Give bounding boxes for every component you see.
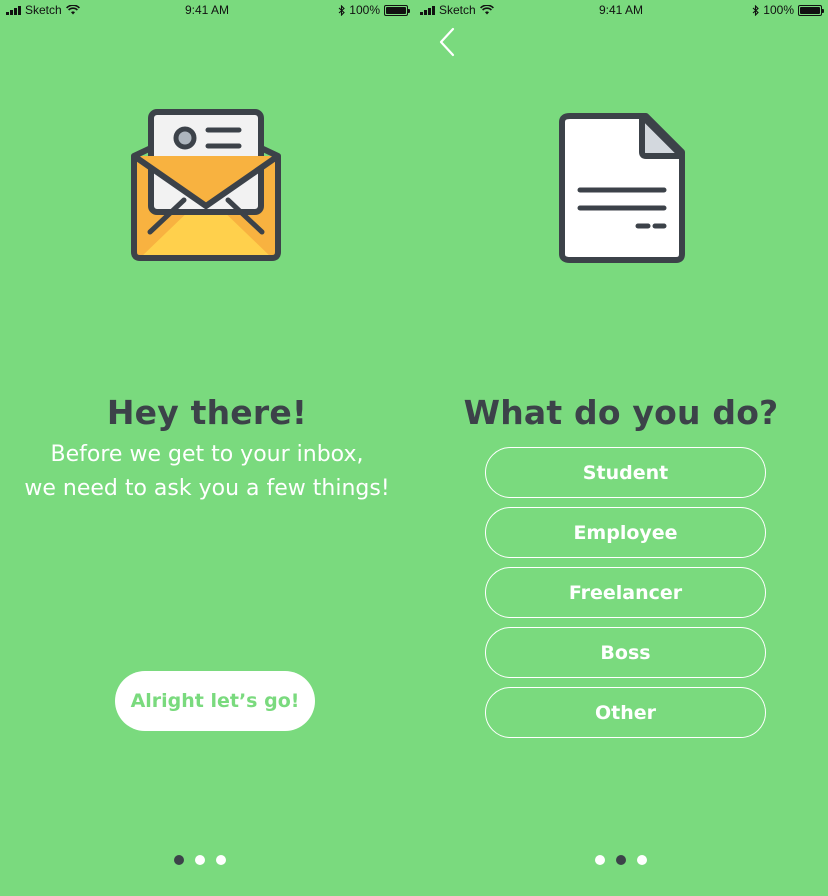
- start-button[interactable]: Alright let’s go!: [115, 671, 315, 731]
- battery-percent: 100%: [349, 3, 380, 17]
- battery-percent: 100%: [763, 3, 794, 17]
- page-dot-3[interactable]: [216, 855, 226, 865]
- chevron-left-icon[interactable]: [434, 26, 460, 58]
- document-icon: [559, 113, 685, 263]
- page-dot-1[interactable]: [174, 855, 184, 865]
- option-freelancer-button[interactable]: Freelancer: [485, 567, 766, 618]
- page-dot-1[interactable]: [595, 855, 605, 865]
- battery-icon: [384, 4, 410, 16]
- occupation-options: Student Employee Freelancer Boss Other: [485, 447, 766, 747]
- option-student-button[interactable]: Student: [485, 447, 766, 498]
- status-right-group: 100%: [338, 3, 410, 17]
- onboarding-screen-occupation: Sketch 9:41 AM 100% What do you do? Stud…: [414, 0, 828, 896]
- page-dot-2[interactable]: [195, 855, 205, 865]
- page-title: Hey there!: [106, 393, 308, 432]
- option-other-button[interactable]: Other: [485, 687, 766, 738]
- page-indicator: [0, 855, 407, 865]
- envelope-letter-icon: [131, 109, 281, 261]
- status-right-group: 100%: [752, 3, 824, 17]
- page-subtitle: Before we get to your inbox, we need to …: [0, 438, 414, 506]
- status-bar: Sketch 9:41 AM 100%: [0, 0, 414, 22]
- subtitle-line-2: we need to ask you a few things!: [24, 476, 390, 501]
- option-employee-button[interactable]: Employee: [485, 507, 766, 558]
- subtitle-line-1: Before we get to your inbox,: [50, 442, 364, 467]
- bluetooth-icon: [338, 4, 346, 16]
- page-title: What do you do?: [463, 393, 779, 432]
- page-dot-3[interactable]: [637, 855, 647, 865]
- page-dot-2[interactable]: [616, 855, 626, 865]
- battery-icon: [798, 4, 824, 16]
- page-indicator: [414, 855, 828, 865]
- status-bar: Sketch 9:41 AM 100%: [414, 0, 828, 22]
- bluetooth-icon: [752, 4, 760, 16]
- option-boss-button[interactable]: Boss: [485, 627, 766, 678]
- onboarding-screen-welcome: Sketch 9:41 AM 100% Hey there! Before we…: [0, 0, 414, 896]
